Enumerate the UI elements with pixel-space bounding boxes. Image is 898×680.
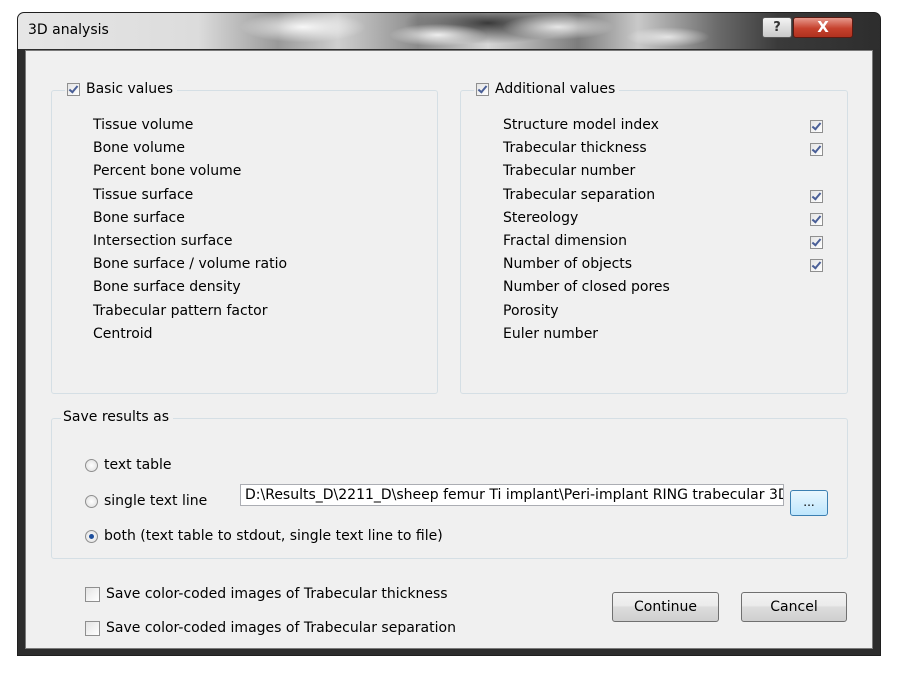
additional-value-checkbox[interactable] (810, 120, 823, 133)
basic-value-item: Trabecular pattern factor (93, 302, 268, 319)
save-results-label: Save results as (63, 409, 170, 425)
basic-value-item: Bone surface / volume ratio (93, 256, 288, 273)
basic-value-item: Bone surface density (93, 279, 241, 296)
additional-values-label: Additional values (495, 81, 616, 97)
text-table-label: text table (104, 457, 172, 473)
basic-value-item: Centroid (93, 325, 153, 342)
additional-value-item: Fractal dimension (503, 233, 627, 249)
window-title: 3D analysis (28, 22, 109, 38)
additional-value-item: Number of objects (503, 256, 633, 273)
save-thickness-images-option[interactable]: Save color-coded images of Trabecular th… (85, 586, 448, 602)
additional-value-checkbox[interactable] (810, 212, 823, 226)
additional-value-item: Trabecular separation (503, 186, 656, 203)
close-button[interactable]: X (793, 17, 853, 38)
both-radio[interactable] (85, 529, 98, 543)
text-table-radio[interactable] (85, 458, 98, 472)
basic-values-label: Basic values (86, 81, 174, 97)
save-thickness-images-checkbox[interactable] (85, 586, 100, 602)
save-thickness-images-label: Save color-coded images of Trabecular th… (106, 586, 448, 602)
basic-value-item: Percent bone volume (93, 163, 242, 180)
help-button[interactable]: ? (762, 17, 792, 38)
single-text-line-label: single text line (104, 493, 208, 509)
additional-value-checkbox[interactable] (810, 143, 823, 157)
save-results-header: Save results as (61, 409, 174, 425)
additional-value-checkbox[interactable] (810, 259, 823, 273)
title-bar[interactable]: 3D analysis ? X (18, 13, 880, 49)
additional-value-item: Porosity (503, 302, 559, 319)
additional-value-item: Euler number (503, 325, 599, 342)
dialog-client-area: Basic values Tissue volume Bone volume Per… (25, 50, 873, 649)
additional-value-item: Trabecular thickness (503, 140, 647, 157)
save-separation-images-label: Save color-coded images of Trabecular se… (106, 620, 456, 636)
basic-value-item: Bone volume (93, 140, 185, 157)
basic-value-item: Intersection surface (93, 233, 233, 249)
additional-value-item: Stereology (503, 209, 579, 226)
basic-value-item: Tissue surface (93, 186, 194, 203)
option-text-table[interactable]: text table (85, 457, 172, 473)
option-single-text-line[interactable]: single text line (85, 493, 207, 509)
cancel-button[interactable]: Cancel (741, 592, 847, 622)
additional-value-item: Number of closed pores (503, 279, 670, 296)
additional-value-item: Trabecular number (503, 163, 636, 180)
basic-values-checkbox[interactable] (67, 82, 80, 96)
additional-value-checkbox[interactable] (810, 236, 823, 249)
both-label: both (text table to stdout, single text … (104, 528, 443, 544)
single-text-line-radio[interactable] (85, 494, 98, 508)
dialog-window: 3D analysis ? X Basic values Tissue volu… (17, 12, 881, 656)
basic-value-item: Bone surface (93, 209, 185, 226)
additional-value-item: Structure model index (503, 117, 659, 133)
output-path-field[interactable]: D:\Results_D\2211_D\sheep femur Ti impla… (240, 484, 784, 506)
basic-value-item: Tissue volume (93, 117, 194, 133)
additional-values-header: Additional values (474, 81, 620, 97)
additional-values-checkbox[interactable] (476, 82, 489, 96)
save-separation-images-option[interactable]: Save color-coded images of Trabecular se… (85, 620, 456, 636)
additional-value-checkbox[interactable] (810, 189, 823, 203)
basic-values-header: Basic values (65, 81, 178, 97)
option-both[interactable]: both (text table to stdout, single text … (85, 528, 443, 544)
save-separation-images-checkbox[interactable] (85, 620, 100, 636)
browse-button[interactable]: ... (790, 490, 828, 516)
continue-button[interactable]: Continue (612, 592, 719, 622)
